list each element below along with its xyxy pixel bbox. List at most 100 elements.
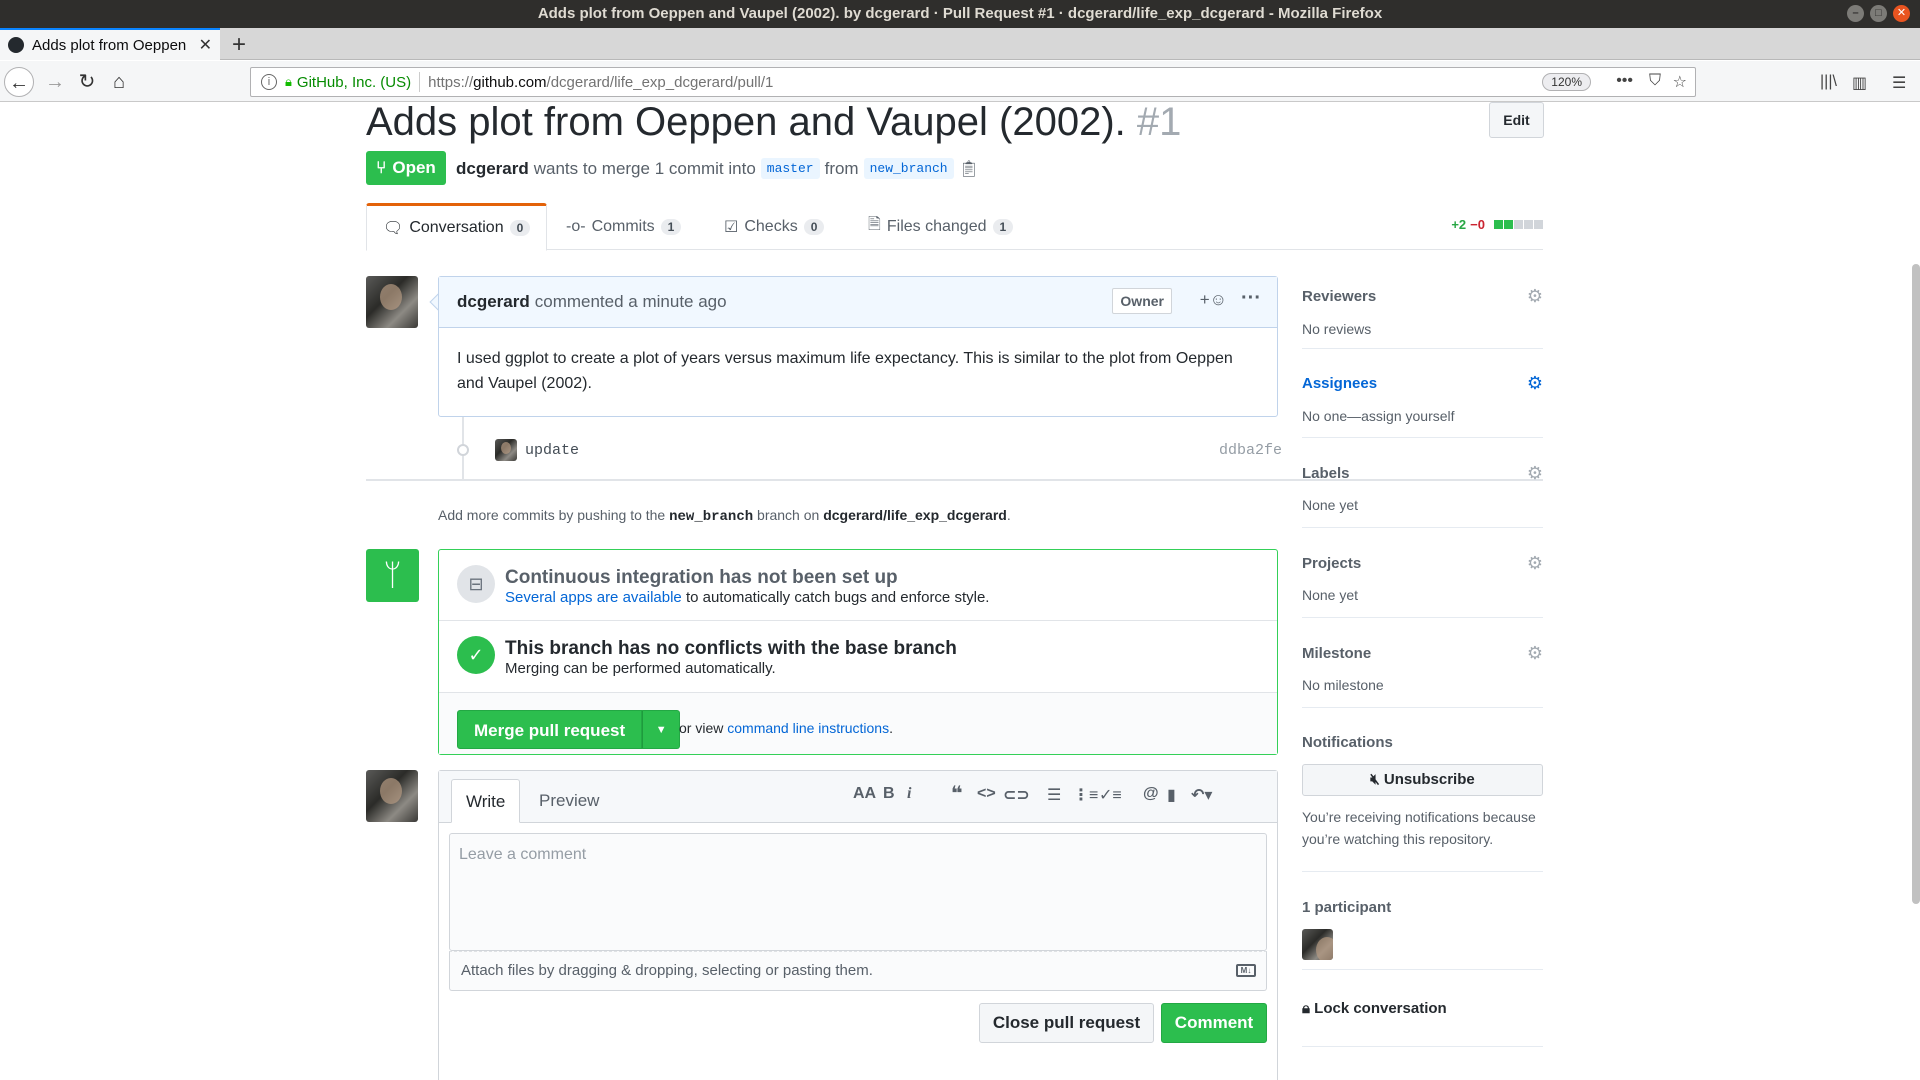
- italic-icon[interactable]: i: [907, 785, 911, 803]
- comment-author-link[interactable]: dcgerard: [457, 292, 530, 312]
- close-window-icon[interactable]: ✕: [1893, 5, 1910, 22]
- numbered-list-icon[interactable]: ⋮≡: [1073, 785, 1098, 805]
- code-icon[interactable]: <>: [977, 785, 996, 803]
- task-list-icon[interactable]: ✓≡: [1099, 785, 1122, 805]
- sidebar-toggle-icon[interactable]: ▥: [1852, 73, 1867, 93]
- sidebar-heading[interactable]: Assignees: [1302, 375, 1377, 392]
- sidebar-milestone: Milestone ⚙ No milestone: [1302, 634, 1543, 708]
- page-scrollbar[interactable]: [1912, 264, 1920, 904]
- browser-tab[interactable]: Adds plot from Oeppen ✕: [0, 28, 220, 60]
- pocket-icon[interactable]: ⛉: [1649, 72, 1661, 90]
- quote-icon[interactable]: ❝: [951, 781, 963, 806]
- attach-files-area[interactable]: Attach files by dragging & dropping, sel…: [449, 951, 1267, 991]
- gear-icon[interactable]: ⚙: [1527, 286, 1543, 307]
- tab-checks[interactable]: ☑ Checks 0: [708, 203, 840, 250]
- zoom-indicator[interactable]: 120%: [1542, 73, 1591, 91]
- reply-icon[interactable]: ↶▾: [1191, 785, 1212, 805]
- bold-icon[interactable]: B: [883, 785, 895, 803]
- sidebar-heading[interactable]: Reviewers: [1302, 288, 1376, 305]
- diffstat[interactable]: +2 −0: [1451, 217, 1543, 232]
- page-actions-icon[interactable]: •••: [1616, 72, 1633, 90]
- push-hint: Add more commits by pushing to the new_b…: [438, 507, 1011, 525]
- url-text[interactable]: https://github.com/dcgerard/life_exp_dcg…: [428, 74, 773, 91]
- command-line-link[interactable]: command line instructions: [727, 720, 889, 736]
- mention-icon[interactable]: @: [1143, 785, 1159, 803]
- comment-button[interactable]: Comment: [1161, 1003, 1267, 1043]
- pr-number: #1: [1136, 102, 1182, 144]
- merge-method-dropdown-icon[interactable]: ▼: [642, 710, 681, 749]
- sidebar-value[interactable]: No one—assign yourself: [1302, 408, 1455, 424]
- lock-conversation-link[interactable]: 🔒︎ Lock conversation: [1302, 1000, 1447, 1017]
- tab-write[interactable]: Write: [451, 779, 521, 823]
- gear-icon[interactable]: ⚙: [1527, 463, 1543, 484]
- participant-avatar[interactable]: [1302, 929, 1333, 960]
- markdown-icon[interactable]: M↓: [1236, 964, 1256, 977]
- sidebar-reviewers: Reviewers ⚙ No reviews: [1302, 276, 1543, 349]
- avatar[interactable]: [495, 439, 517, 461]
- head-branch[interactable]: new_branch: [863, 158, 954, 179]
- mute-icon: 🔇︎: [1370, 771, 1380, 788]
- add-reaction-icon[interactable]: +☺: [1200, 290, 1227, 310]
- link-icon[interactable]: ⊂⊃: [1003, 785, 1030, 805]
- diffstat-additions: +2: [1451, 217, 1467, 232]
- avatar[interactable]: [366, 770, 418, 822]
- tab-files-changed[interactable]: 🗎︎ Files changed 1: [852, 203, 1029, 250]
- merge-pull-request-button[interactable]: Merge pull request: [457, 710, 643, 749]
- conflicts-title: This branch has no conflicts with the ba…: [505, 638, 957, 659]
- reference-icon[interactable]: ▮: [1167, 785, 1176, 805]
- url-separator: [419, 72, 421, 92]
- diffstat-block: [1514, 220, 1523, 229]
- copy-clipboard-icon[interactable]: 📋︎: [959, 159, 979, 179]
- comment-textarea[interactable]: Leave a comment: [449, 833, 1267, 951]
- bookmark-star-icon[interactable]: ☆: [1673, 72, 1687, 92]
- pr-meta-text: wants to merge 1 commit into: [533, 158, 756, 178]
- info-icon[interactable]: i: [261, 74, 277, 90]
- ci-apps-link[interactable]: Several apps are available: [505, 589, 682, 606]
- maximize-icon[interactable]: □: [1870, 5, 1887, 22]
- minimize-icon[interactable]: –: [1847, 5, 1864, 22]
- tab-label: Commits: [591, 217, 655, 235]
- reload-icon[interactable]: ↻: [72, 67, 102, 97]
- forward-icon[interactable]: →: [40, 67, 70, 97]
- close-tab-icon[interactable]: ✕: [199, 35, 212, 55]
- sidebar-value: No milestone: [1302, 677, 1384, 693]
- commit-sha[interactable]: ddba2fe: [1219, 442, 1282, 459]
- close-pull-request-button[interactable]: Close pull request: [979, 1003, 1154, 1043]
- menu-icon[interactable]: ☰: [1892, 73, 1906, 93]
- check-icon: ✓: [457, 636, 495, 674]
- pr-author-link[interactable]: dcgerard: [456, 159, 529, 179]
- unsubscribe-button[interactable]: 🔇︎ Unsubscribe: [1302, 764, 1543, 796]
- home-icon[interactable]: ⌂: [104, 67, 134, 97]
- conflicts-subtitle: Merging can be performed automatically.: [505, 660, 776, 677]
- sidebar-participants: 1 participant: [1302, 888, 1543, 970]
- more-options-icon[interactable]: ···: [1241, 287, 1261, 310]
- git-commit-icon: [457, 444, 469, 456]
- avatar[interactable]: [366, 276, 418, 328]
- library-icon[interactable]: |||\: [1820, 73, 1837, 91]
- url-bar[interactable]: i 🔒︎ GitHub, Inc. (US) https://github.co…: [250, 67, 1696, 97]
- site-identity[interactable]: GitHub, Inc. (US): [297, 74, 411, 91]
- tab-label: Checks: [744, 217, 798, 235]
- comment-timestamp[interactable]: commented a minute ago: [535, 292, 727, 312]
- tab-preview[interactable]: Preview: [525, 779, 613, 823]
- commit-message[interactable]: update: [525, 442, 579, 459]
- tab-commits[interactable]: -o- Commits 1: [550, 203, 697, 250]
- text-size-icon[interactable]: AA: [853, 785, 876, 803]
- cli-hint: or view command line instructions.: [679, 720, 893, 736]
- gear-icon[interactable]: ⚙: [1527, 553, 1543, 574]
- commit-icon: -o-: [566, 217, 586, 235]
- base-branch[interactable]: master: [760, 158, 820, 179]
- gear-icon[interactable]: ⚙: [1527, 373, 1543, 394]
- sidebar-heading[interactable]: Projects: [1302, 555, 1361, 572]
- back-icon[interactable]: ←: [4, 67, 34, 97]
- tab-conversation[interactable]: 🗨︎ Conversation 0: [366, 203, 548, 251]
- sidebar-heading[interactable]: Labels: [1302, 465, 1350, 482]
- new-tab-icon[interactable]: +: [232, 31, 246, 59]
- pr-tabnav: 🗨︎ Conversation 0 -o- Commits 1 ☑ Checks…: [366, 203, 1543, 251]
- lock-icon: 🔒︎: [1302, 1000, 1310, 1017]
- gear-icon[interactable]: ⚙: [1527, 643, 1543, 664]
- sidebar-heading[interactable]: Milestone: [1302, 645, 1371, 662]
- sidebar-assignees: Assignees ⚙ No one—assign yourself: [1302, 364, 1543, 438]
- bulleted-list-icon[interactable]: ☰: [1047, 785, 1061, 805]
- edit-button[interactable]: Edit: [1489, 102, 1544, 138]
